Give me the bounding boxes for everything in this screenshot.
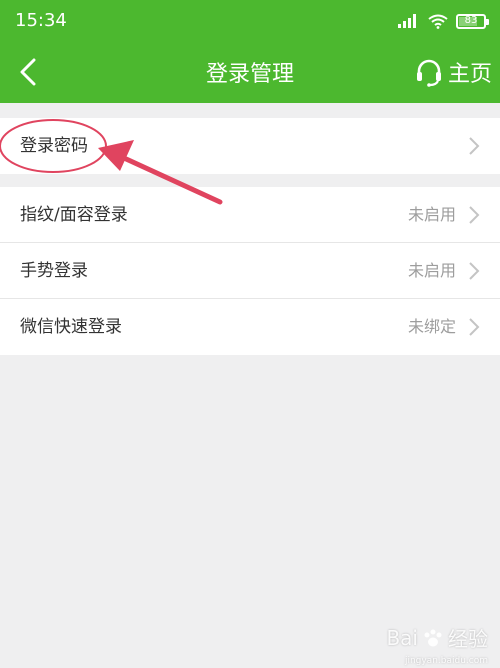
battery-level: 83 — [464, 15, 478, 26]
row-gesture-login[interactable]: 手势登录 未启用 — [0, 243, 500, 299]
header-bar: 15:34 83 登录管理 主页 — [0, 0, 500, 103]
watermark: Bai 经验 — [386, 623, 488, 652]
back-icon — [20, 58, 36, 86]
home-label: 主页 — [447, 62, 492, 87]
wifi-icon — [428, 14, 448, 29]
headset-icon — [416, 59, 441, 87]
chevron-right-icon — [469, 206, 480, 224]
status-time: 15:34 — [15, 10, 67, 31]
paw-icon — [424, 629, 442, 646]
row-label: 指纹/面容登录 — [20, 205, 128, 225]
row-status: 未绑定 — [407, 317, 456, 336]
chevron-right-icon — [469, 262, 480, 280]
chevron-right-icon — [469, 318, 480, 336]
watermark-sub: jingyan.baidu.com — [404, 656, 488, 666]
settings-group-login-methods: 指纹/面容登录 未启用 手势登录 未启用 微信快速登录 未绑定 — [0, 187, 500, 355]
settings-group-password: 登录密码 — [0, 118, 500, 174]
row-status: 未启用 — [407, 205, 456, 224]
chevron-right-icon — [469, 137, 480, 155]
home-button[interactable]: 主页 — [414, 54, 492, 90]
back-button[interactable] — [10, 52, 46, 92]
row-status: 未启用 — [407, 261, 456, 280]
row-label: 微信快速登录 — [20, 317, 122, 337]
row-label: 手势登录 — [20, 261, 88, 281]
watermark-logo: Bai — [386, 625, 418, 650]
battery-icon: 83 — [456, 13, 489, 29]
row-fingerprint-face-login[interactable]: 指纹/面容登录 未启用 — [0, 187, 500, 243]
watermark-text: 经验 — [448, 627, 488, 651]
signal-icon — [398, 14, 416, 28]
row-login-password[interactable]: 登录密码 — [0, 118, 500, 174]
row-wechat-quick-login[interactable]: 微信快速登录 未绑定 — [0, 299, 500, 355]
row-label: 登录密码 — [20, 136, 88, 156]
status-icons: 83 — [398, 11, 489, 31]
